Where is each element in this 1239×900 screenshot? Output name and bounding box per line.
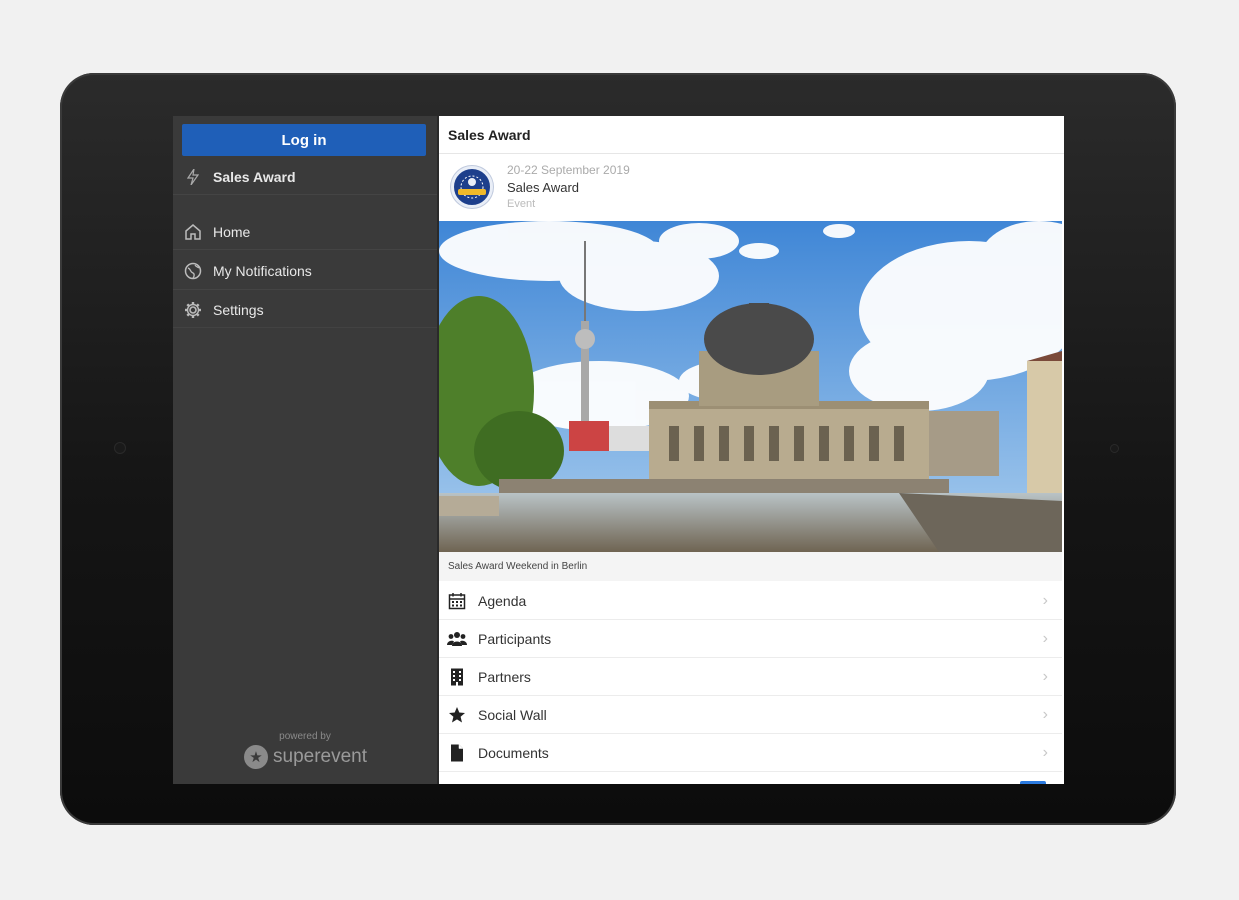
- menu-item-label: Participants: [478, 630, 552, 647]
- app-screen: Log in Sales Award Home My Notifications…: [173, 116, 1064, 784]
- sidebar-item-label: My Notifications: [213, 262, 312, 279]
- sidebar-item-event[interactable]: Sales Award: [173, 160, 437, 195]
- event-menu: Agenda › Participants › Partners › Socia…: [439, 582, 1062, 772]
- superevent-logo: ★ superevent: [244, 745, 367, 769]
- menu-item-documents[interactable]: Documents ›: [439, 734, 1062, 772]
- document-icon: [446, 744, 468, 762]
- menu-item-agenda[interactable]: Agenda ›: [439, 582, 1062, 620]
- people-icon: [446, 631, 468, 647]
- globe-icon: [182, 262, 204, 280]
- home-icon: [182, 223, 204, 241]
- menu-item-participants[interactable]: Participants ›: [439, 620, 1062, 658]
- camera-dot: [115, 443, 125, 453]
- hero-caption: Sales Award Weekend in Berlin: [439, 552, 1062, 581]
- star-icon: ★: [244, 745, 268, 769]
- calendar-icon: [446, 592, 468, 610]
- event-name: Sales Award: [507, 179, 580, 195]
- page-title: Sales Award: [439, 116, 1064, 154]
- sensor-dot: [1111, 445, 1118, 452]
- chevron-right-icon: ›: [1042, 743, 1048, 761]
- menu-item-partners[interactable]: Partners ›: [439, 658, 1062, 696]
- menu-item-label: Agenda: [478, 592, 527, 609]
- main-content: Sales Award 20-22 September 2019 Sales A…: [439, 116, 1064, 784]
- building-icon: [446, 668, 468, 686]
- menu-item-label: Documents: [478, 744, 549, 761]
- event-header[interactable]: 20-22 September 2019 Sales Award Event: [439, 154, 1064, 220]
- menu-item-social-wall[interactable]: Social Wall ›: [439, 696, 1062, 734]
- sidebar-item-notifications[interactable]: My Notifications: [173, 252, 437, 290]
- event-logo: [451, 166, 493, 208]
- sidebar-item-settings[interactable]: Settings: [173, 292, 437, 328]
- menu-item-label: Partners: [478, 668, 531, 685]
- chevron-right-icon: ›: [1042, 629, 1048, 647]
- powered-by-label: powered by: [279, 731, 331, 742]
- bottom-tab-indicator: [1020, 781, 1046, 784]
- sidebar-item-home[interactable]: Home: [173, 215, 437, 250]
- sidebar: Log in Sales Award Home My Notifications…: [173, 116, 439, 784]
- star-icon: [446, 706, 468, 724]
- sidebar-item-label: Settings: [213, 301, 264, 318]
- brand-name: superevent: [273, 746, 368, 767]
- chevron-right-icon: ›: [1042, 667, 1048, 685]
- bolt-icon: [182, 169, 204, 185]
- gear-icon: [182, 301, 204, 319]
- chevron-right-icon: ›: [1042, 705, 1048, 723]
- hero-image: [439, 221, 1062, 552]
- sidebar-item-label: Sales Award: [213, 169, 296, 185]
- login-button[interactable]: Log in: [182, 124, 426, 156]
- sidebar-item-label: Home: [213, 224, 251, 240]
- event-date: 20-22 September 2019: [507, 162, 630, 177]
- event-type: Event: [507, 197, 536, 210]
- menu-item-label: Social Wall: [478, 706, 547, 723]
- chevron-right-icon: ›: [1042, 591, 1048, 609]
